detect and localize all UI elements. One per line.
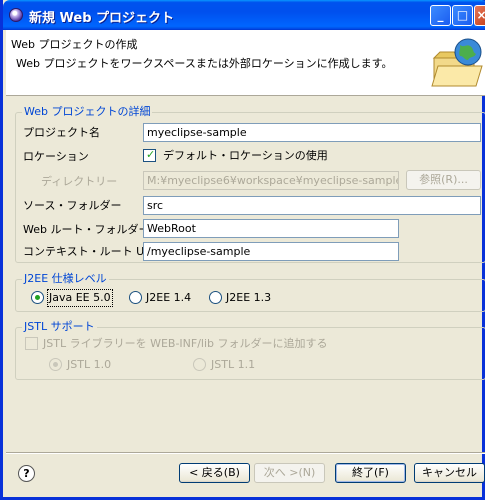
eclipse-icon (9, 8, 23, 22)
jstl10-label: JSTL 1.0 (67, 358, 112, 371)
back-button[interactable]: < 戻る(B) (179, 463, 250, 483)
group-label-jstl: JSTL サポート (22, 320, 97, 334)
jstl-add-checkbox[interactable] (25, 337, 38, 350)
checkmark-icon: ✓ (146, 148, 156, 161)
dialog-window: 新規 Web プロジェクト _ □ × Web プロジェクトの作成 Web プロ… (0, 0, 485, 500)
browse-button[interactable]: 参照(R)... (406, 170, 481, 190)
radio-selected-dot (53, 362, 58, 367)
default-location-label[interactable]: デフォルト・ロケーションの使用 (163, 149, 328, 163)
directory-input[interactable]: M:¥myeclipse6¥workspace¥myeclipse-sample (143, 171, 399, 190)
project-name-label: プロジェクト名 (23, 126, 100, 139)
web-root-input[interactable]: WebRoot (143, 219, 399, 238)
jstl10-radio[interactable] (49, 358, 62, 371)
web-root-label: Web ルート・フォルダー (23, 223, 150, 236)
context-root-label: コンテキスト・ルート URL (23, 245, 158, 258)
wizard-header: Web プロジェクトの作成 Web プロジェクトをワークスペースまたは外部ロケー… (6, 30, 485, 96)
minimize-button[interactable]: _ (430, 5, 451, 26)
source-folder-input[interactable]: src (143, 196, 481, 215)
source-folder-label: ソース・フォルダー (23, 199, 122, 212)
radio-selected-dot (35, 295, 40, 300)
j2ee14-label[interactable]: J2EE 1.4 (146, 291, 191, 305)
javaee5-label[interactable]: Java EE 5.0 (47, 289, 113, 307)
close-button[interactable]: × (474, 5, 485, 26)
jstl-add-label: JSTL ライブラリーを WEB-INF/lib フォルダーに追加する (43, 337, 328, 350)
project-name-input[interactable]: myeclipse-sample (143, 123, 481, 142)
title-bar[interactable]: 新規 Web プロジェクト _ □ × (3, 0, 485, 30)
window-title: 新規 Web プロジェクト (29, 11, 175, 26)
group-label-details: Web プロジェクトの詳細 (22, 105, 153, 119)
help-icon[interactable]: ? (18, 465, 35, 482)
j2ee13-label[interactable]: J2EE 1.3 (226, 291, 271, 305)
directory-label: ディレクトリー (41, 175, 118, 188)
j2ee14-radio[interactable] (129, 291, 142, 304)
cancel-button[interactable]: キャンセル (414, 463, 485, 483)
location-label: ロケーション (23, 150, 89, 163)
footer-separator (6, 452, 485, 454)
jstl-support-group: JSTL サポート (15, 320, 485, 380)
maximize-button[interactable]: □ (452, 5, 473, 26)
header-title: Web プロジェクトの作成 (11, 38, 138, 51)
j2ee13-radio[interactable] (209, 291, 222, 304)
header-description: Web プロジェクトをワークスペースまたは外部ロケーションに作成します。 (16, 57, 393, 70)
group-label-j2ee: J2EE 仕様レベル (22, 272, 109, 286)
context-root-input[interactable]: /myeclipse-sample (143, 242, 399, 261)
next-button[interactable]: 次へ >(N) (254, 463, 325, 483)
jstl11-radio[interactable] (193, 358, 206, 371)
javaee5-radio[interactable] (31, 291, 44, 304)
default-location-checkbox[interactable]: ✓ (143, 148, 156, 162)
jstl11-label: JSTL 1.1 (211, 358, 256, 371)
finish-button[interactable]: 終了(F) (335, 463, 406, 483)
web-project-folder-icon (431, 38, 483, 87)
